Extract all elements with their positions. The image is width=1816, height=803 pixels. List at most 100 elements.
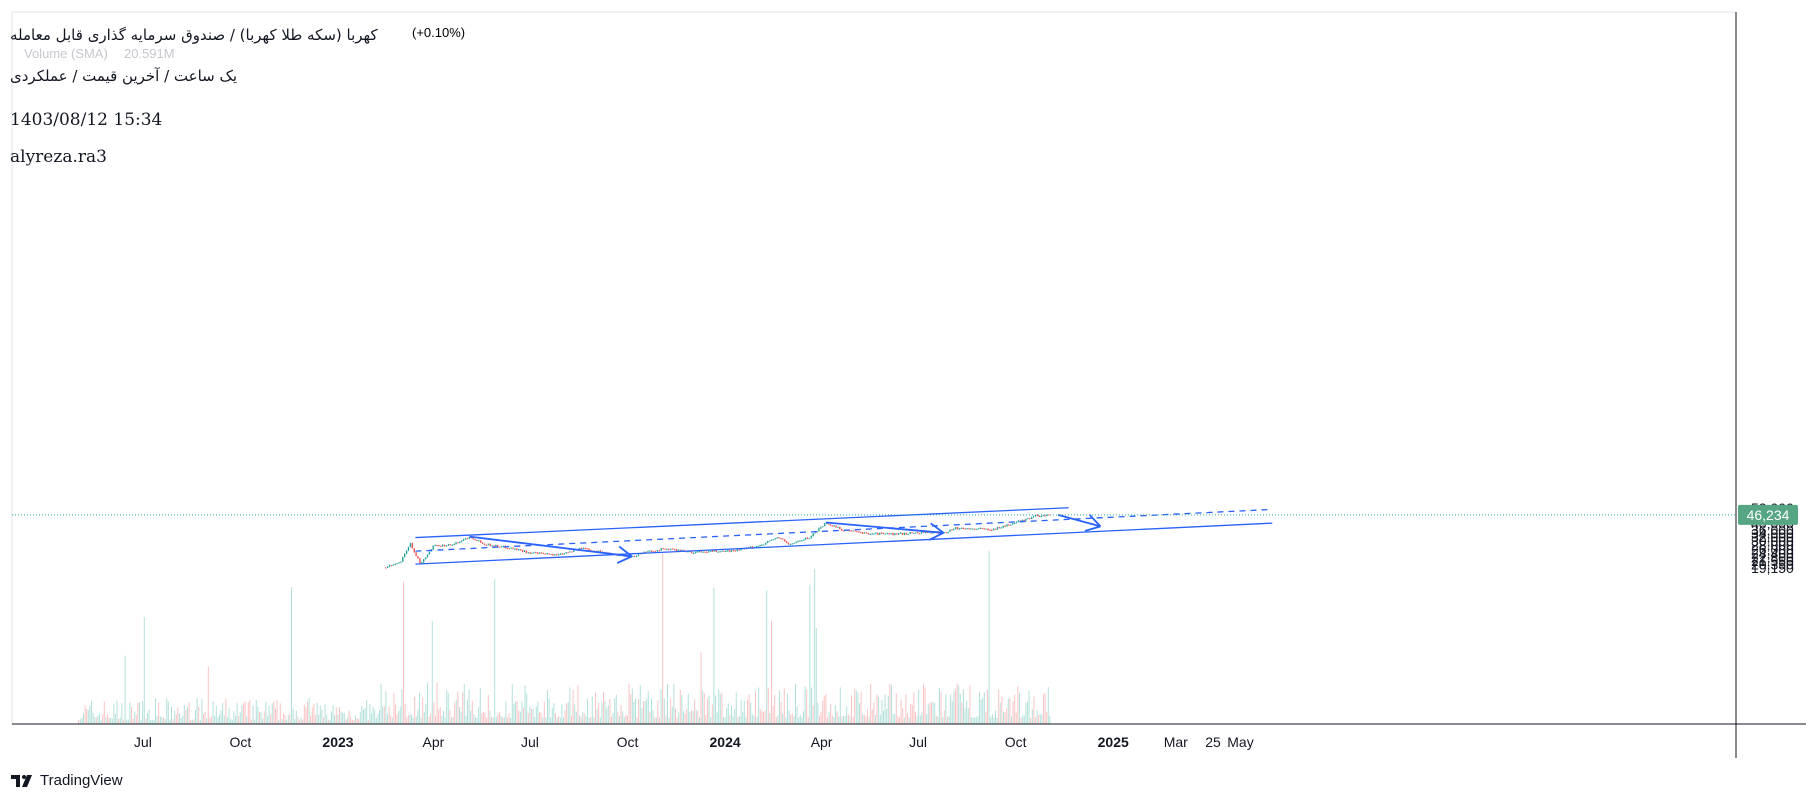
volume-bar	[641, 708, 643, 724]
volume-bar	[586, 698, 588, 724]
x-tick-label: 25	[1205, 734, 1221, 750]
volume-bar	[287, 715, 289, 724]
volume-bar	[999, 702, 1001, 724]
candle-body	[704, 551, 706, 553]
candle-body	[972, 528, 974, 530]
candle-body	[451, 544, 453, 546]
volume-bar	[353, 719, 355, 724]
candle-body	[554, 554, 556, 556]
volume-bar	[154, 698, 156, 724]
candle-body	[1042, 515, 1044, 517]
candle-body	[955, 527, 957, 530]
volume-bar	[618, 715, 620, 724]
volume-bar	[492, 717, 494, 724]
volume-bar	[871, 709, 873, 724]
volume-bar	[743, 700, 745, 724]
volume-bar	[241, 705, 243, 724]
volume-bar	[946, 716, 948, 724]
volume-bar	[706, 698, 708, 724]
candle-body	[708, 551, 710, 553]
volume-bar	[980, 699, 982, 724]
volume-bar	[670, 698, 672, 724]
volume-bar	[558, 716, 560, 724]
volume-bar	[134, 711, 136, 724]
candle-body	[975, 528, 978, 530]
volume-bar	[255, 699, 257, 724]
candle-body	[497, 544, 499, 547]
volume-bar	[892, 714, 894, 724]
volume-bar	[822, 700, 824, 724]
volume-bar	[894, 714, 896, 724]
volume-bar	[532, 708, 534, 724]
price-chart[interactable]: 52,00048,00044,00040,00036,00034,00032,0…	[0, 0, 1816, 803]
candle-body	[949, 529, 951, 532]
volume-bar	[713, 587, 715, 724]
volume-bar	[111, 718, 113, 724]
candle-body	[1025, 518, 1027, 521]
volume-bar	[574, 704, 576, 724]
volume-bar	[414, 696, 416, 724]
candle-body	[780, 538, 782, 540]
candle-body	[909, 532, 911, 535]
volume-bar	[166, 698, 168, 724]
volume-bar	[335, 707, 337, 724]
candle-body	[784, 539, 786, 542]
volume-bar	[524, 685, 526, 724]
volume-bar	[550, 717, 552, 724]
volume-bar	[718, 689, 720, 724]
volume-bar	[473, 714, 475, 724]
candle-body	[730, 550, 733, 552]
volume-bar	[866, 709, 868, 724]
volume-bar	[244, 701, 246, 724]
volume-bar	[468, 689, 470, 724]
volume-bar	[298, 719, 300, 724]
volume-bar	[300, 717, 302, 724]
candle-body	[711, 550, 714, 552]
volume-bar	[375, 717, 377, 724]
volume-bar	[495, 716, 497, 724]
candle-body	[945, 532, 947, 534]
volume-bar	[1031, 709, 1033, 724]
volume-bar	[364, 708, 366, 724]
volume-bar	[94, 716, 96, 724]
volume-bar	[266, 716, 268, 724]
volume-bar	[102, 714, 104, 724]
volume-bar	[719, 693, 721, 724]
candle-body	[489, 543, 491, 546]
volume-bar	[820, 712, 822, 724]
volume-bar	[1038, 715, 1040, 724]
candle-body	[474, 539, 476, 541]
volume-bar	[278, 719, 280, 724]
candle-body	[964, 528, 966, 530]
volume-bar	[436, 682, 438, 724]
candle-body	[455, 542, 457, 544]
volume-bar	[222, 702, 224, 724]
volume-bar	[545, 717, 547, 724]
volume-bar	[954, 689, 956, 724]
volume-bar	[1041, 714, 1043, 724]
volume-bar	[329, 719, 331, 724]
volume-bar	[684, 714, 686, 724]
volume-bar	[652, 710, 654, 724]
volume-bar	[497, 714, 499, 724]
volume-bar	[1030, 717, 1032, 724]
volume-bar	[1018, 693, 1020, 724]
volume-bar	[527, 713, 529, 724]
volume-bar	[351, 719, 353, 724]
volume-bar	[514, 701, 516, 724]
volume-bar	[905, 694, 907, 724]
volume-bar	[802, 711, 804, 724]
volume-bar	[998, 689, 1000, 724]
volume-bar	[180, 718, 182, 724]
x-tick-label: Jul	[909, 734, 927, 750]
volume-bar	[508, 712, 510, 724]
candle-body	[649, 550, 651, 552]
candle-body	[761, 544, 763, 546]
volume-bar	[961, 702, 963, 724]
volume-bar	[233, 711, 235, 724]
volume-bar	[489, 710, 491, 724]
candle-body	[671, 548, 674, 550]
volume-bar	[783, 688, 785, 724]
volume-bar	[678, 712, 680, 724]
candle-body	[485, 544, 488, 546]
